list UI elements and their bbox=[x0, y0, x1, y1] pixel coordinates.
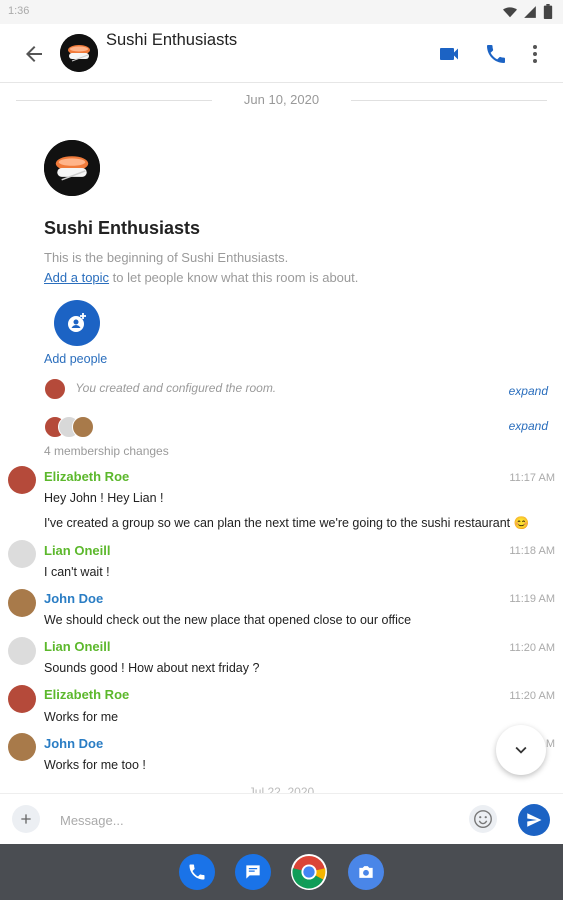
date-divider-label: Jun 10, 2020 bbox=[243, 92, 320, 107]
avatar[interactable] bbox=[8, 733, 36, 761]
date-divider-peek: Jul 22, 2020 bbox=[248, 785, 315, 793]
video-call-icon[interactable] bbox=[437, 42, 461, 66]
phone-glyph-icon bbox=[189, 864, 205, 880]
room-avatar-large bbox=[44, 140, 100, 196]
room-name-heading: Sushi Enthusiasts bbox=[44, 218, 201, 238]
message-time: 11:20 AM bbox=[509, 690, 555, 702]
add-person-icon bbox=[68, 313, 86, 332]
room-intro-text: This is the beginning of Sushi Enthusias… bbox=[44, 250, 289, 265]
message-time: 11:17 AM bbox=[509, 472, 555, 484]
message-time: 11:19 AM bbox=[509, 593, 555, 605]
room-created-event: You created and configured the room. bbox=[44, 378, 276, 400]
message-bubble-icon bbox=[246, 865, 260, 879]
event-text: You created and configured the room. bbox=[75, 381, 277, 396]
battery-icon bbox=[543, 4, 553, 19]
expand-link[interactable]: expand bbox=[509, 384, 548, 398]
message-text: I can't wait ! bbox=[44, 565, 110, 579]
chrome-app-icon[interactable] bbox=[291, 854, 327, 890]
message-text: Works for me bbox=[44, 710, 119, 724]
sender-name[interactable]: Elizabeth Roe bbox=[44, 687, 129, 702]
camera-app-icon[interactable] bbox=[348, 854, 384, 890]
avatar[interactable] bbox=[8, 589, 36, 617]
message-composer bbox=[0, 793, 563, 845]
sushi-icon bbox=[60, 34, 98, 72]
emoji-button[interactable] bbox=[469, 805, 497, 833]
back-arrow-icon[interactable] bbox=[22, 42, 46, 66]
membership-changes-text: 4 membership changes bbox=[44, 444, 169, 458]
wifi-icon bbox=[503, 6, 517, 17]
message-text: Sounds good ! How about next friday ? bbox=[44, 661, 260, 675]
avatar[interactable] bbox=[8, 540, 36, 568]
message-text: Works for me too ! bbox=[44, 758, 146, 772]
room-avatar[interactable] bbox=[60, 34, 98, 72]
avatar[interactable] bbox=[8, 466, 36, 494]
sushi-icon bbox=[44, 140, 100, 196]
sender-name[interactable]: John Doe bbox=[44, 736, 103, 751]
chrome-logo-icon bbox=[292, 855, 326, 889]
room-header: Sushi Enthusiasts bbox=[0, 24, 563, 83]
sender-name[interactable]: Lian Oneill bbox=[44, 639, 110, 654]
sender-name[interactable]: Elizabeth Roe bbox=[44, 469, 129, 484]
sender-name[interactable]: John Doe bbox=[44, 591, 103, 606]
topic-prompt-suffix: to let people know what this room is abo… bbox=[109, 270, 359, 285]
more-vert-icon[interactable] bbox=[523, 42, 547, 66]
avatar bbox=[72, 416, 94, 438]
phone-app-icon[interactable] bbox=[179, 854, 215, 890]
smiley-icon bbox=[474, 810, 492, 828]
status-bar: 1:36 bbox=[0, 0, 563, 24]
membership-avatars bbox=[44, 416, 94, 438]
date-divider: Jun 10, 2020 bbox=[16, 92, 547, 110]
system-dock bbox=[0, 844, 563, 900]
avatar[interactable] bbox=[8, 637, 36, 665]
topic-prompt: Add a topic to let people know what this… bbox=[44, 270, 358, 285]
add-topic-link[interactable]: Add a topic bbox=[44, 270, 109, 285]
voice-call-icon[interactable] bbox=[484, 42, 508, 66]
messages-app-icon[interactable] bbox=[235, 854, 271, 890]
send-icon bbox=[527, 813, 542, 827]
scroll-to-bottom-button[interactable] bbox=[496, 725, 546, 775]
avatar bbox=[44, 378, 66, 400]
status-time: 1:36 bbox=[8, 5, 30, 17]
message-text: We should check out the new place that o… bbox=[44, 613, 412, 627]
add-people-label[interactable]: Add people bbox=[44, 352, 107, 366]
expand-link[interactable]: expand bbox=[509, 419, 548, 433]
sender-name[interactable]: Lian Oneill bbox=[44, 543, 110, 558]
room-title[interactable]: Sushi Enthusiasts bbox=[106, 31, 237, 50]
signal-icon bbox=[524, 5, 536, 18]
message-text: I've created a group so we can plan the … bbox=[44, 516, 530, 530]
message-time: 11:18 AM bbox=[509, 545, 555, 557]
add-people-button[interactable] bbox=[54, 300, 100, 346]
message-input[interactable] bbox=[58, 807, 452, 833]
plus-icon bbox=[21, 814, 31, 824]
message-text: Hey John ! Hey Lian ! bbox=[44, 491, 164, 505]
camera-glyph-icon bbox=[359, 866, 373, 878]
avatar[interactable] bbox=[8, 685, 36, 713]
chevron-down-icon bbox=[515, 746, 527, 754]
message-time: 11:20 AM bbox=[509, 642, 555, 654]
send-button[interactable] bbox=[518, 804, 550, 836]
attach-button[interactable] bbox=[12, 805, 40, 833]
